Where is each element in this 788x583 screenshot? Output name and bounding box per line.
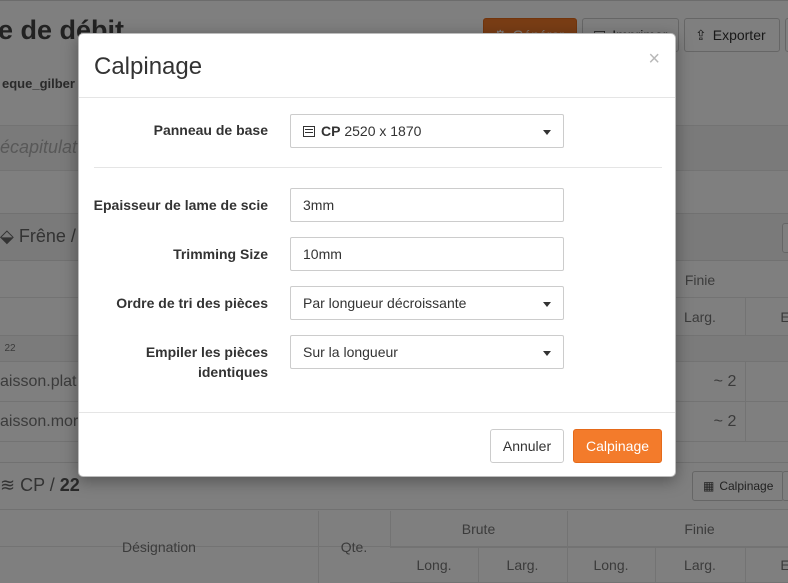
calpinage-submit-button[interactable]: Calpinage [573, 429, 662, 463]
trimming-size-value: 10mm [303, 246, 342, 262]
dialog-header: Calpinage × [79, 34, 675, 98]
sort-order-label: Ordre de tri des pièces [116, 295, 268, 311]
blade-thickness-value: 3mm [303, 197, 335, 213]
cancel-button[interactable]: Annuler [490, 429, 564, 463]
stack-label: Empiler les pièces identiques [146, 342, 268, 382]
blade-thickness-label: Epaisseur de lame de scie [93, 197, 268, 213]
stack-select[interactable]: Sur la longueur [290, 335, 564, 369]
panel-value-material: CP [321, 123, 341, 139]
panel-label: Panneau de base [153, 122, 268, 138]
blade-thickness-input[interactable]: 3mm [290, 188, 564, 222]
sort-order-value: Par longueur décroissante [303, 295, 467, 311]
stack-label-line1: Empiler les pièces [145, 344, 268, 360]
chevron-down-icon [543, 130, 551, 135]
chevron-down-icon [543, 302, 551, 307]
dialog-title: Calpinage [94, 53, 203, 80]
panel-value-size: 2520 x 1870 [340, 123, 422, 139]
list-icon [303, 125, 315, 137]
trimming-size-label: Trimming Size [173, 246, 268, 262]
trimming-size-input[interactable]: 10mm [290, 237, 564, 271]
sort-order-select[interactable]: Par longueur décroissante [290, 286, 564, 320]
calpinage-dialog: Calpinage × Panneau de base CP 2520 x 18… [78, 33, 676, 477]
stack-value: Sur la longueur [303, 344, 398, 360]
chevron-down-icon [543, 351, 551, 356]
dialog-footer: Annuler Calpinage [79, 412, 675, 478]
stack-label-line2: identiques [197, 364, 268, 380]
close-icon[interactable]: × [648, 49, 660, 69]
panel-select[interactable]: CP 2520 x 1870 [290, 114, 564, 148]
form-divider [94, 167, 662, 168]
